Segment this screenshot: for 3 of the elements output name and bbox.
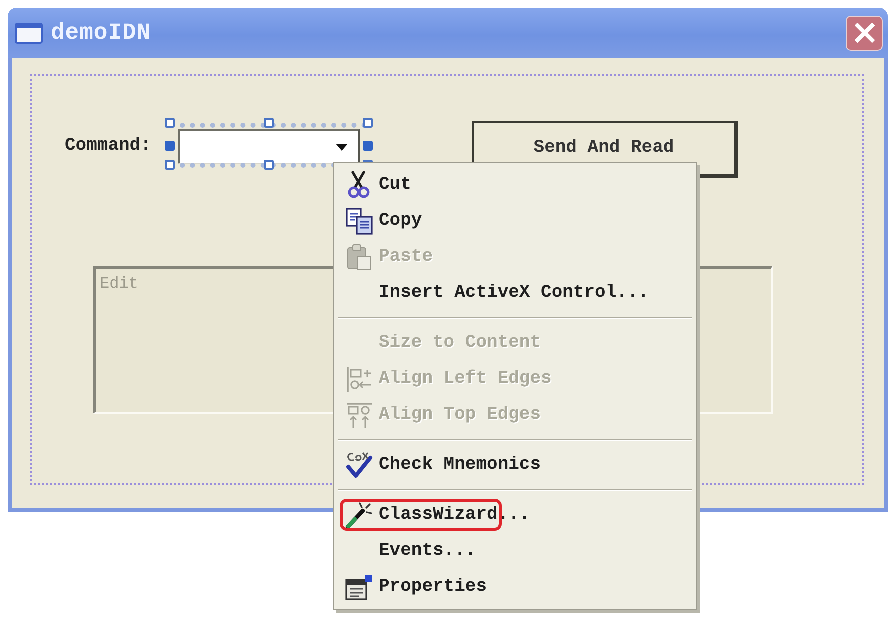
command-label: Command: <box>65 135 151 158</box>
text-box-value: Edit <box>100 274 138 295</box>
window-title: demoIDN <box>51 18 152 48</box>
